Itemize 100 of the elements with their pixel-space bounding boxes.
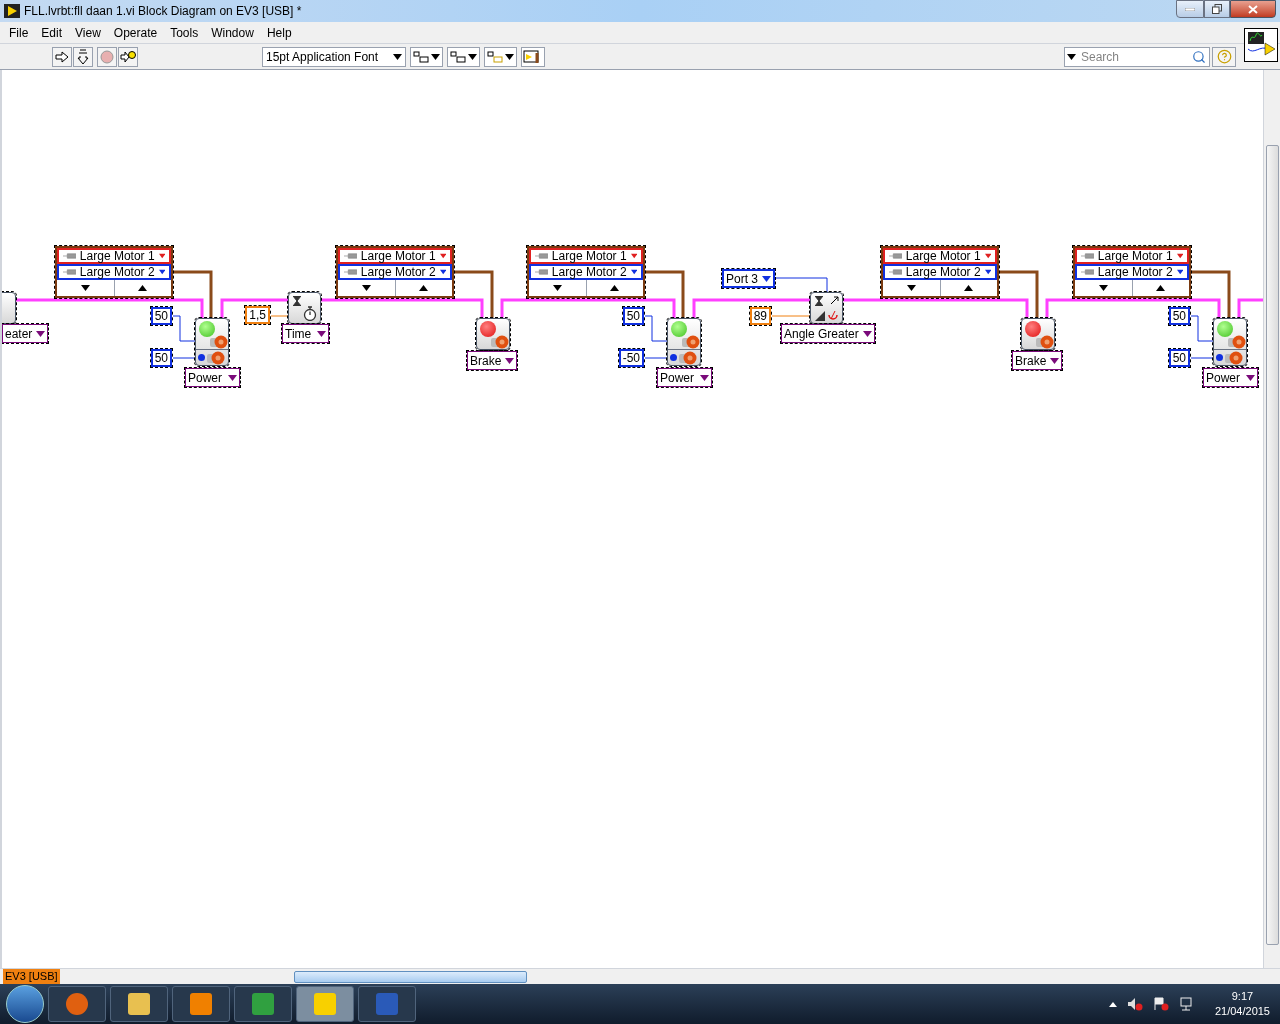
scrollbar-thumb[interactable] [293,970,527,983]
run-continuously-button[interactable] [73,46,93,67]
menu-item[interactable]: Tools [164,23,205,42]
caret-icon [505,53,514,60]
menu-item[interactable]: Edit [35,23,69,42]
window-title: FLL.lvrbt:fll daan 1.vi Block Diagram on EV3 [USB] * [24,3,302,20]
plug-icon [344,269,357,275]
network-icon[interactable] [1178,997,1195,1011]
number-wire [172,315,196,342]
run-arrow-icon [55,50,69,63]
date-text: 21/04/2015 [1214,1004,1270,1019]
caret-icon [317,330,326,337]
connector-pane-icon [1244,28,1278,62]
stopwatch-icon [303,306,317,321]
taskbar-app-button[interactable] [172,986,230,1022]
numeric-constant[interactable]: 50 [1168,349,1190,367]
toolbar-dropdown-button[interactable] [410,46,443,67]
motor-port-selector[interactable]: Large Motor 1 [57,248,171,264]
down-arrow-icon [906,285,916,291]
close-button[interactable] [1230,0,1276,18]
app-icon [126,991,152,1017]
mode-selector[interactable]: Power [185,368,240,387]
mode-selector[interactable]: Angle Greater [781,324,875,343]
show-hidden-icons-icon[interactable] [1108,1001,1117,1007]
motor-port-selector[interactable]: Large Motor 2 [529,264,643,280]
numeric-constant[interactable]: -50 [618,349,644,367]
stop-icon [100,49,114,64]
wait-block[interactable] [810,292,843,324]
mode-selector[interactable]: eater [2,324,49,343]
wait-block[interactable] [288,292,321,324]
port-selector[interactable]: Port 3 [722,269,775,288]
run-continuously-icon [77,48,89,65]
motor-icon [682,335,700,349]
mode-selector[interactable]: Time [282,324,329,343]
toolbar-dropdown-button[interactable] [447,46,480,67]
motor-port-selector[interactable]: Large Motor 1 [1075,248,1189,264]
motor-port-selector[interactable]: Large Motor 2 [57,264,171,280]
motor-port-selector[interactable]: Large Motor 2 [883,264,997,280]
start-button[interactable] [6,985,44,1023]
distribute-objects-icon [450,50,466,63]
plug-icon [889,253,902,259]
motor-port-selector[interactable]: Large Motor 1 [529,248,643,264]
mode-selector[interactable]: Power [657,368,712,387]
numeric-constant[interactable]: 89 [749,307,771,325]
up-arrow-icon [1156,285,1166,291]
search-field[interactable]: Search [1064,46,1210,67]
flag-icon[interactable] [1152,997,1169,1011]
mode-selector[interactable]: Brake [467,351,518,370]
menu-item[interactable]: View [69,23,107,42]
taskbar-app-button[interactable] [110,986,168,1022]
mode-selector[interactable]: Power [1203,368,1258,387]
numeric-constant[interactable]: 1,5 [245,306,270,324]
numeric-constant[interactable]: 50 [1168,307,1190,325]
run-button[interactable] [52,46,72,67]
number-wire [644,357,668,359]
caret-icon [439,269,446,275]
minimize-icon [1185,7,1195,11]
numeric-constant[interactable]: 50 [150,349,172,367]
speaker-muted-icon[interactable] [1126,997,1143,1011]
caret-icon [630,253,637,259]
numeric-constant[interactable]: 50 [150,307,172,325]
minimize-button[interactable] [1176,0,1204,18]
mode-selector[interactable]: Brake [1012,351,1063,370]
move-block[interactable] [195,318,229,366]
move-block[interactable] [476,318,510,350]
menu-item[interactable]: Help [260,23,298,42]
menu-item[interactable]: File [3,23,35,42]
help-icon [1216,49,1232,64]
motor-icon [679,350,697,365]
clean-up-button[interactable] [521,46,545,67]
move-block[interactable] [1021,318,1055,350]
numeric-constant[interactable]: 50 [622,307,644,325]
taskbar-app-button[interactable] [296,986,354,1022]
plug-icon [1081,253,1094,259]
light-bulb-icon [120,49,136,64]
plug-icon [344,253,357,259]
motor-port-selector[interactable]: Large Motor 2 [1075,264,1189,280]
clock[interactable]: 9:17 21/04/2015 [1214,989,1270,1019]
plug-icon [535,253,548,259]
menu-item[interactable]: Operate [107,23,164,42]
restore-button[interactable] [1204,0,1230,18]
hourglass-icon [293,296,301,306]
up-arrow-icon [610,285,620,291]
motor-port-selector[interactable]: Large Motor 2 [338,264,452,280]
vertical-scrollbar[interactable] [1263,70,1280,968]
plug-icon [1081,269,1094,275]
font-dropdown[interactable]: 15pt Application Font [262,46,406,67]
menu-item[interactable]: Window [205,23,260,42]
taskbar-app-button[interactable] [234,986,292,1022]
move-block[interactable] [1213,318,1247,366]
highlight-execution-button[interactable] [118,46,138,67]
scrollbar-thumb[interactable] [1265,145,1279,945]
motor-port-selector[interactable]: Large Motor 1 [338,248,452,264]
up-arrow-icon [419,285,429,291]
align-objects-icon [413,50,429,63]
toolbar-dropdown-button[interactable] [484,46,517,67]
taskbar-app-button[interactable] [48,986,106,1022]
caret-icon [630,269,637,275]
motor-port-selector[interactable]: Large Motor 1 [883,248,997,264]
move-block[interactable] [667,318,701,366]
